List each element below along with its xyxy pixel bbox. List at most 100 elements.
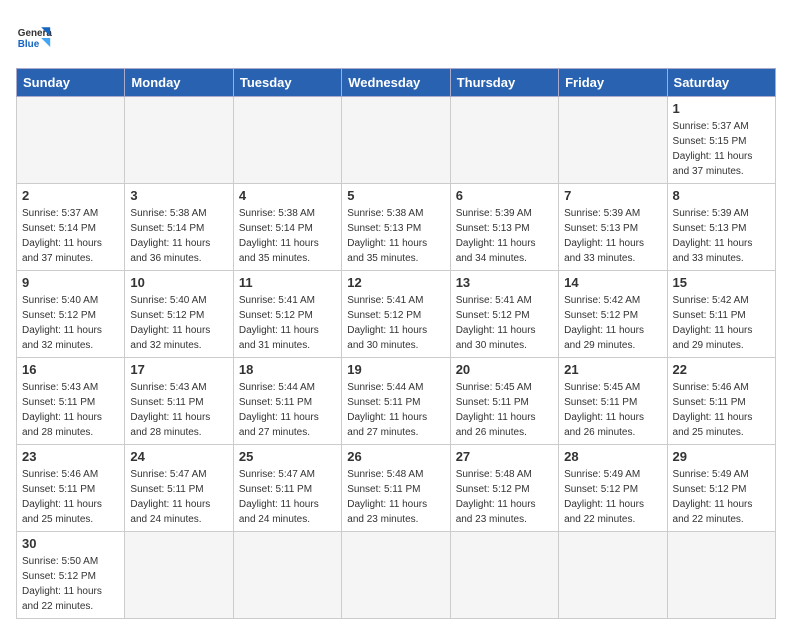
day-number: 26 (347, 449, 444, 464)
day-info: Sunrise: 5:43 AM Sunset: 5:11 PM Dayligh… (22, 380, 119, 440)
day-info: Sunrise: 5:37 AM Sunset: 5:14 PM Dayligh… (22, 206, 119, 266)
calendar-day-empty (342, 532, 450, 619)
day-info: Sunrise: 5:47 AM Sunset: 5:11 PM Dayligh… (130, 467, 227, 527)
calendar-day: 3 Sunrise: 5:38 AM Sunset: 5:14 PM Daylig… (125, 184, 233, 271)
header: General Blue (16, 16, 776, 56)
day-info: Sunrise: 5:47 AM Sunset: 5:11 PM Dayligh… (239, 467, 336, 527)
calendar-day: 23 Sunrise: 5:46 AM Sunset: 5:11 PM Dayli… (17, 445, 125, 532)
calendar-day: 27 Sunrise: 5:48 AM Sunset: 5:12 PM Dayli… (450, 445, 558, 532)
calendar-day (342, 97, 450, 184)
calendar-day: 20 Sunrise: 5:45 AM Sunset: 5:11 PM Dayli… (450, 358, 558, 445)
day-info: Sunrise: 5:39 AM Sunset: 5:13 PM Dayligh… (456, 206, 553, 266)
day-number: 22 (673, 362, 770, 377)
day-number: 29 (673, 449, 770, 464)
calendar-day-empty (233, 532, 341, 619)
day-info: Sunrise: 5:49 AM Sunset: 5:12 PM Dayligh… (564, 467, 661, 527)
day-number: 2 (22, 188, 119, 203)
day-info: Sunrise: 5:44 AM Sunset: 5:11 PM Dayligh… (347, 380, 444, 440)
calendar-day: 9Sunrise: 5:40 AM Sunset: 5:12 PM Daylig… (17, 271, 125, 358)
day-number: 24 (130, 449, 227, 464)
calendar-day: 8 Sunrise: 5:39 AM Sunset: 5:13 PM Daylig… (667, 184, 775, 271)
day-number: 1 (673, 101, 770, 116)
day-number: 21 (564, 362, 661, 377)
day-number: 11 (239, 275, 336, 290)
day-info: Sunrise: 5:40 AM Sunset: 5:12 PM Dayligh… (22, 293, 119, 353)
calendar-day: 24 Sunrise: 5:47 AM Sunset: 5:11 PM Dayli… (125, 445, 233, 532)
header-tuesday: Tuesday (233, 69, 341, 97)
calendar-day: 17 Sunrise: 5:43 AM Sunset: 5:11 PM Dayli… (125, 358, 233, 445)
day-number: 6 (456, 188, 553, 203)
calendar-day: 5 Sunrise: 5:38 AM Sunset: 5:13 PM Daylig… (342, 184, 450, 271)
calendar: Sunday Monday Tuesday Wednesday Thursday… (16, 68, 776, 619)
day-info: Sunrise: 5:42 AM Sunset: 5:12 PM Dayligh… (564, 293, 661, 353)
day-info: Sunrise: 5:48 AM Sunset: 5:11 PM Dayligh… (347, 467, 444, 527)
calendar-day: 16Sunrise: 5:43 AM Sunset: 5:11 PM Dayli… (17, 358, 125, 445)
day-info: Sunrise: 5:41 AM Sunset: 5:12 PM Dayligh… (456, 293, 553, 353)
calendar-day: 7 Sunrise: 5:39 AM Sunset: 5:13 PM Daylig… (559, 184, 667, 271)
day-info: Sunrise: 5:40 AM Sunset: 5:12 PM Dayligh… (130, 293, 227, 353)
calendar-day-empty (559, 532, 667, 619)
day-info: Sunrise: 5:38 AM Sunset: 5:14 PM Dayligh… (130, 206, 227, 266)
calendar-day: 28 Sunrise: 5:49 AM Sunset: 5:12 PM Dayli… (559, 445, 667, 532)
day-info: Sunrise: 5:43 AM Sunset: 5:11 PM Dayligh… (130, 380, 227, 440)
day-number: 23 (22, 449, 119, 464)
day-info: Sunrise: 5:48 AM Sunset: 5:12 PM Dayligh… (456, 467, 553, 527)
day-info: Sunrise: 5:42 AM Sunset: 5:11 PM Dayligh… (673, 293, 770, 353)
calendar-day (450, 97, 558, 184)
day-number: 7 (564, 188, 661, 203)
day-info: Sunrise: 5:39 AM Sunset: 5:13 PM Dayligh… (673, 206, 770, 266)
calendar-day: 21Sunrise: 5:45 AM Sunset: 5:11 PM Dayli… (559, 358, 667, 445)
day-info: Sunrise: 5:38 AM Sunset: 5:13 PM Dayligh… (347, 206, 444, 266)
day-info: Sunrise: 5:37 AM Sunset: 5:15 PM Dayligh… (673, 119, 770, 179)
logo: General Blue (16, 20, 52, 56)
calendar-day: 11 Sunrise: 5:41 AM Sunset: 5:12 PM Dayli… (233, 271, 341, 358)
calendar-day: 25Sunrise: 5:47 AM Sunset: 5:11 PM Dayli… (233, 445, 341, 532)
day-info: Sunrise: 5:46 AM Sunset: 5:11 PM Dayligh… (22, 467, 119, 527)
calendar-day (233, 97, 341, 184)
day-info: Sunrise: 5:44 AM Sunset: 5:11 PM Dayligh… (239, 380, 336, 440)
calendar-day: 12Sunrise: 5:41 AM Sunset: 5:12 PM Dayli… (342, 271, 450, 358)
day-number: 20 (456, 362, 553, 377)
calendar-day: 2 Sunrise: 5:37 AM Sunset: 5:14 PM Daylig… (17, 184, 125, 271)
calendar-day: 1 Sunrise: 5:37 AM Sunset: 5:15 PM Daylig… (667, 97, 775, 184)
header-monday: Monday (125, 69, 233, 97)
calendar-day (125, 97, 233, 184)
day-info: Sunrise: 5:38 AM Sunset: 5:14 PM Dayligh… (239, 206, 336, 266)
day-number: 5 (347, 188, 444, 203)
calendar-day (17, 97, 125, 184)
day-number: 14 (564, 275, 661, 290)
calendar-day: 18Sunrise: 5:44 AM Sunset: 5:11 PM Dayli… (233, 358, 341, 445)
day-info: Sunrise: 5:41 AM Sunset: 5:12 PM Dayligh… (239, 293, 336, 353)
day-number: 13 (456, 275, 553, 290)
day-number: 10 (130, 275, 227, 290)
calendar-day: 22 Sunrise: 5:46 AM Sunset: 5:11 PM Dayli… (667, 358, 775, 445)
header-sunday: Sunday (17, 69, 125, 97)
calendar-day: 19 Sunrise: 5:44 AM Sunset: 5:11 PM Dayli… (342, 358, 450, 445)
day-info: Sunrise: 5:46 AM Sunset: 5:11 PM Dayligh… (673, 380, 770, 440)
day-number: 19 (347, 362, 444, 377)
calendar-day: 10 Sunrise: 5:40 AM Sunset: 5:12 PM Dayli… (125, 271, 233, 358)
day-number: 27 (456, 449, 553, 464)
header-friday: Friday (559, 69, 667, 97)
day-number: 8 (673, 188, 770, 203)
calendar-day: 13 Sunrise: 5:41 AM Sunset: 5:12 PM Dayli… (450, 271, 558, 358)
day-number: 3 (130, 188, 227, 203)
header-wednesday: Wednesday (342, 69, 450, 97)
day-info: Sunrise: 5:39 AM Sunset: 5:13 PM Dayligh… (564, 206, 661, 266)
day-number: 28 (564, 449, 661, 464)
day-info: Sunrise: 5:50 AM Sunset: 5:12 PM Dayligh… (22, 554, 119, 614)
day-number: 17 (130, 362, 227, 377)
calendar-day: 4Sunrise: 5:38 AM Sunset: 5:14 PM Daylig… (233, 184, 341, 271)
calendar-day: 14 Sunrise: 5:42 AM Sunset: 5:12 PM Dayli… (559, 271, 667, 358)
header-saturday: Saturday (667, 69, 775, 97)
calendar-day-empty (667, 532, 775, 619)
calendar-day: 15 Sunrise: 5:42 AM Sunset: 5:11 PM Dayli… (667, 271, 775, 358)
day-number: 15 (673, 275, 770, 290)
weekday-header-row: Sunday Monday Tuesday Wednesday Thursday… (17, 69, 776, 97)
calendar-day (559, 97, 667, 184)
header-thursday: Thursday (450, 69, 558, 97)
calendar-day-empty (125, 532, 233, 619)
calendar-day: 26 Sunrise: 5:48 AM Sunset: 5:11 PM Dayli… (342, 445, 450, 532)
day-info: Sunrise: 5:49 AM Sunset: 5:12 PM Dayligh… (673, 467, 770, 527)
day-info: Sunrise: 5:45 AM Sunset: 5:11 PM Dayligh… (456, 380, 553, 440)
